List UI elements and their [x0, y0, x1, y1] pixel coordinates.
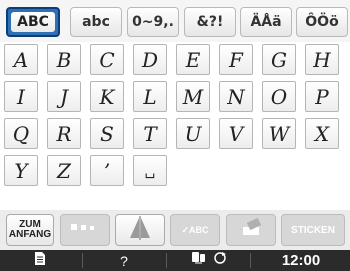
key-label: E: [185, 47, 201, 72]
key-Y[interactable]: Y: [4, 155, 38, 186]
character-keypad: A B C D E F G H I J K L M N O P Q R S T …: [0, 42, 350, 192]
document-button[interactable]: [0, 250, 80, 271]
key-Q[interactable]: Q: [4, 118, 38, 149]
key-V[interactable]: V: [219, 118, 253, 149]
document-icon: [34, 251, 46, 271]
key-label: T: [143, 121, 157, 146]
key-label: K: [99, 84, 115, 109]
mirror-triangles-icon: [125, 215, 155, 246]
status-bar: ? 12:00: [0, 250, 350, 271]
erase-button[interactable]: [226, 214, 276, 246]
tab-symbols[interactable]: &?!: [184, 7, 236, 37]
tab-label: &?!: [196, 14, 224, 30]
key-label: X: [314, 121, 330, 146]
key-label: D: [141, 47, 159, 72]
key-label: M: [182, 84, 204, 109]
thread-tension-button[interactable]: [168, 250, 248, 271]
key-L[interactable]: L: [133, 81, 167, 112]
home-label-line2: ANFANG: [8, 229, 52, 240]
key-U[interactable]: U: [176, 118, 210, 149]
help-label: ?: [120, 252, 128, 269]
clock: 12:00: [252, 250, 350, 271]
key-R[interactable]: R: [47, 118, 81, 149]
key-label: I: [17, 84, 25, 109]
mirror-button[interactable]: [115, 214, 165, 246]
key-T[interactable]: T: [133, 118, 167, 149]
key-S[interactable]: S: [90, 118, 124, 149]
key-N[interactable]: N: [219, 81, 253, 112]
status-divider: [166, 253, 167, 268]
help-button[interactable]: ?: [84, 250, 164, 271]
tab-accented-a[interactable]: ÄÅä: [240, 7, 292, 37]
sew-label: STICKEN: [291, 224, 335, 236]
key-label: ␣: [144, 162, 156, 179]
key-space[interactable]: ␣: [133, 155, 167, 186]
key-label: W: [268, 121, 290, 146]
tab-label: ÔÖö: [305, 14, 339, 30]
key-label: P: [315, 84, 329, 109]
key-label: F: [229, 47, 243, 72]
key-label: B: [56, 47, 72, 72]
key-W[interactable]: W: [262, 118, 296, 149]
eraser-icon: [239, 217, 263, 243]
tab-numbers[interactable]: 0~9,.: [127, 7, 179, 37]
tab-label: ÄÅä: [250, 14, 282, 30]
key-P[interactable]: P: [305, 81, 339, 112]
tab-label: abc: [82, 14, 110, 30]
key-label: ’: [103, 158, 111, 183]
tab-accented-o[interactable]: ÔÖö: [296, 7, 348, 37]
tab-label: ABC: [17, 14, 49, 30]
spacing-dots-icon: [70, 221, 100, 239]
key-label: H: [313, 47, 331, 72]
key-K[interactable]: K: [90, 81, 124, 112]
key-H[interactable]: H: [305, 44, 339, 75]
function-bar: ZUM ANFANG ✓ABC STICKEN: [0, 210, 350, 250]
tab-uppercase[interactable]: ABC: [6, 7, 60, 37]
key-F[interactable]: F: [219, 44, 253, 75]
status-divider: [82, 253, 83, 268]
status-divider: [250, 253, 251, 268]
key-G[interactable]: G: [262, 44, 296, 75]
key-label: J: [59, 84, 69, 109]
key-X[interactable]: X: [305, 118, 339, 149]
key-label: N: [227, 84, 245, 109]
key-label: L: [143, 84, 157, 109]
key-O[interactable]: O: [262, 81, 296, 112]
key-D[interactable]: D: [133, 44, 167, 75]
key-I[interactable]: I: [4, 81, 38, 112]
key-label: Y: [14, 158, 28, 183]
thread-tension-icon: [186, 250, 230, 271]
sew-button[interactable]: STICKEN: [281, 214, 345, 246]
key-label: O: [270, 84, 288, 109]
home-button[interactable]: ZUM ANFANG: [6, 214, 54, 246]
key-A[interactable]: A: [4, 44, 38, 75]
key-label: Z: [57, 158, 71, 183]
key-label: U: [184, 121, 202, 146]
key-label: S: [100, 121, 114, 146]
tab-label: 0~9,.: [132, 14, 174, 30]
key-B[interactable]: B: [47, 44, 81, 75]
key-C[interactable]: C: [90, 44, 124, 75]
key-label: Q: [12, 121, 30, 146]
character-set-tabs: ABC abc 0~9,. &?! ÄÅä ÔÖö: [0, 0, 350, 42]
key-label: C: [99, 47, 115, 72]
key-label: A: [13, 47, 29, 72]
key-Z[interactable]: Z: [47, 155, 81, 186]
key-label: G: [271, 47, 287, 72]
key-J[interactable]: J: [47, 81, 81, 112]
check-text-button[interactable]: ✓ABC: [170, 214, 220, 246]
key-M[interactable]: M: [176, 81, 210, 112]
key-label: R: [56, 121, 72, 146]
check-label: ✓ABC: [181, 224, 209, 235]
tab-lowercase[interactable]: abc: [70, 7, 122, 37]
key-label: V: [228, 121, 244, 146]
array-button[interactable]: [60, 214, 110, 246]
clock-time: 12:00: [281, 252, 321, 269]
key-apostrophe[interactable]: ’: [90, 155, 124, 186]
key-E[interactable]: E: [176, 44, 210, 75]
